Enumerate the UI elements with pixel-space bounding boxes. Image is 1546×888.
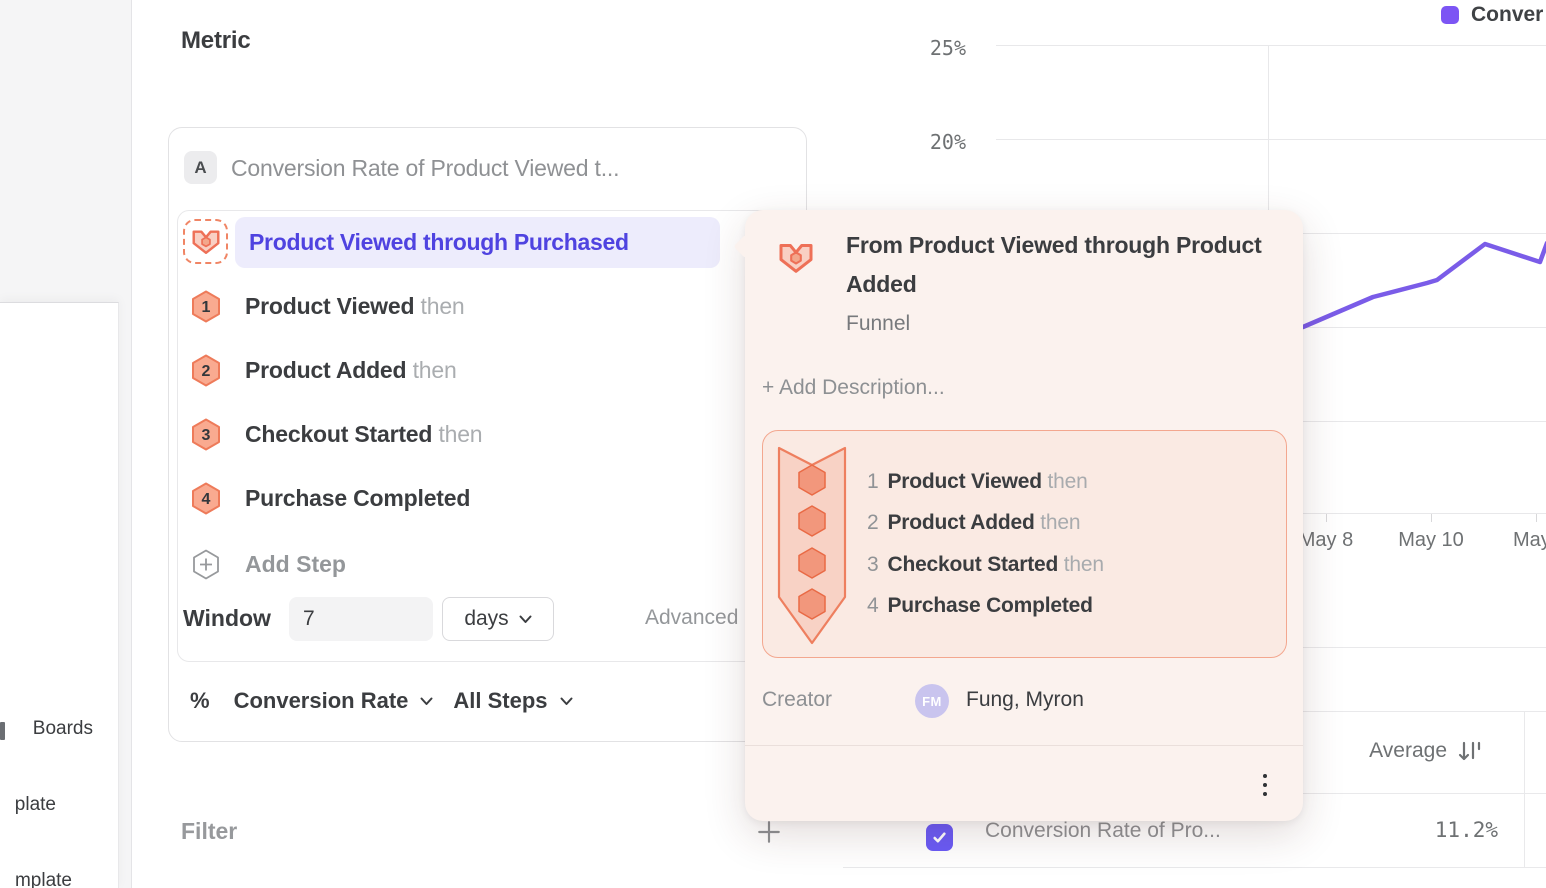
table-column-divider (1524, 711, 1525, 867)
add-step-label: Add Step (245, 551, 346, 578)
creator-label: Creator (762, 688, 832, 712)
sort-descending-icon[interactable] (1456, 738, 1484, 766)
series-checkbox[interactable] (926, 824, 953, 851)
x-tick-may12: May (1513, 529, 1546, 552)
step-1-then: then (421, 293, 465, 319)
creator-avatar: FM (915, 684, 949, 718)
series-a-badge: A (184, 151, 217, 184)
step-1-name[interactable]: Product Viewed (245, 293, 414, 319)
step-3-number: 3 (191, 419, 221, 452)
funnel-step-3[interactable]: 3 Checkout Started then (191, 418, 482, 451)
popover-title: From Product Viewed through Product Adde… (846, 226, 1276, 304)
funnel-ribbon-graphic (777, 445, 847, 652)
funnel-icon[interactable] (183, 219, 228, 264)
measure-row: % Conversion Rate All Steps (190, 688, 573, 714)
app-screen: Boards plate mplate emplate plate Metric… (0, 0, 1546, 888)
step-2-then: then (413, 357, 457, 383)
line-series (1303, 243, 1546, 327)
popover-type-label: Funnel (846, 312, 910, 336)
chevron-down-icon[interactable] (420, 697, 433, 706)
legend-swatch (1441, 6, 1459, 24)
metric-heading: Metric (181, 27, 251, 55)
series-title[interactable]: Conversion Rate of Product Viewed t... (231, 155, 619, 182)
window-unit-select[interactable]: days (442, 597, 554, 641)
add-step-icon (191, 548, 221, 581)
window-value: 7 (303, 607, 315, 631)
sidebar-item-template-2[interactable]: mplate (15, 870, 72, 888)
window-input[interactable]: 7 (289, 597, 433, 641)
step-2-badge: 2 (191, 354, 221, 387)
step-4-badge: 4 (191, 482, 221, 515)
advanced-link[interactable]: Advanced (645, 606, 738, 630)
add-description-button[interactable]: + Add Description... (762, 376, 945, 400)
sidebar-item-template-1[interactable]: plate (15, 794, 56, 816)
funnel-glyph-icon (191, 228, 221, 255)
chart-legend[interactable]: Conver (1441, 3, 1543, 27)
step-4-name[interactable]: Purchase Completed (245, 485, 470, 511)
step-4-number: 4 (191, 483, 221, 516)
funnel-summary-card: 1Product Viewed then 2Product Added then… (762, 430, 1287, 658)
board-icon (0, 722, 5, 740)
boards-menu-panel: Boards plate mplate emplate plate (0, 302, 119, 888)
y-tick-25: 25% (896, 36, 966, 60)
funnel-step-1[interactable]: 1 Product Viewed then (191, 290, 465, 323)
step-3-name[interactable]: Checkout Started (245, 421, 432, 447)
filter-heading: Filter (181, 818, 237, 845)
funnel-details-popover: From Product Viewed through Product Adde… (745, 210, 1303, 821)
chevron-down-icon[interactable] (560, 697, 573, 706)
creator-name: Fung, Myron (966, 688, 1084, 712)
legend-label: Conver (1471, 3, 1543, 27)
selected-funnel-label[interactable]: Product Viewed through Purchased (249, 229, 629, 256)
funnel-step-4[interactable]: 4 Purchase Completed (191, 482, 470, 515)
chevron-down-icon (519, 615, 532, 624)
popover-step-2: 2Product Added then (867, 509, 1080, 537)
popover-divider (745, 745, 1303, 746)
measure-dropdown[interactable]: Conversion Rate (234, 688, 409, 714)
popover-step-1: 1Product Viewed then (867, 468, 1088, 496)
table-row-average: 11.2% (1348, 818, 1498, 842)
funnel-step-2[interactable]: 2 Product Added then (191, 354, 457, 387)
sidebar-item-boards[interactable]: Boards (33, 718, 93, 740)
step-1-number: 1 (191, 291, 221, 324)
step-2-name[interactable]: Product Added (245, 357, 406, 383)
table-border (843, 867, 1546, 868)
step-3-badge: 3 (191, 418, 221, 451)
add-filter-button[interactable] (756, 819, 782, 850)
step-1-badge: 1 (191, 290, 221, 323)
window-label: Window (183, 605, 271, 632)
step-2-number: 2 (191, 355, 221, 388)
check-icon (932, 831, 947, 844)
popover-step-4: 4Purchase Completed (867, 592, 1093, 620)
steps-scope-dropdown[interactable]: All Steps (453, 688, 547, 714)
window-unit-value: days (464, 607, 508, 631)
step-3-then: then (438, 421, 482, 447)
funnel-icon (778, 241, 814, 279)
more-options-button[interactable] (1253, 770, 1277, 800)
plus-icon (756, 819, 782, 845)
table-row-label[interactable]: Conversion Rate of Pro... (985, 819, 1221, 843)
percent-symbol: % (190, 688, 210, 714)
y-tick-20: 20% (896, 130, 966, 154)
popover-step-3: 3Checkout Started then (867, 551, 1104, 579)
add-step-button[interactable]: Add Step (191, 548, 346, 581)
x-tick-may10: May 10 (1386, 529, 1476, 552)
